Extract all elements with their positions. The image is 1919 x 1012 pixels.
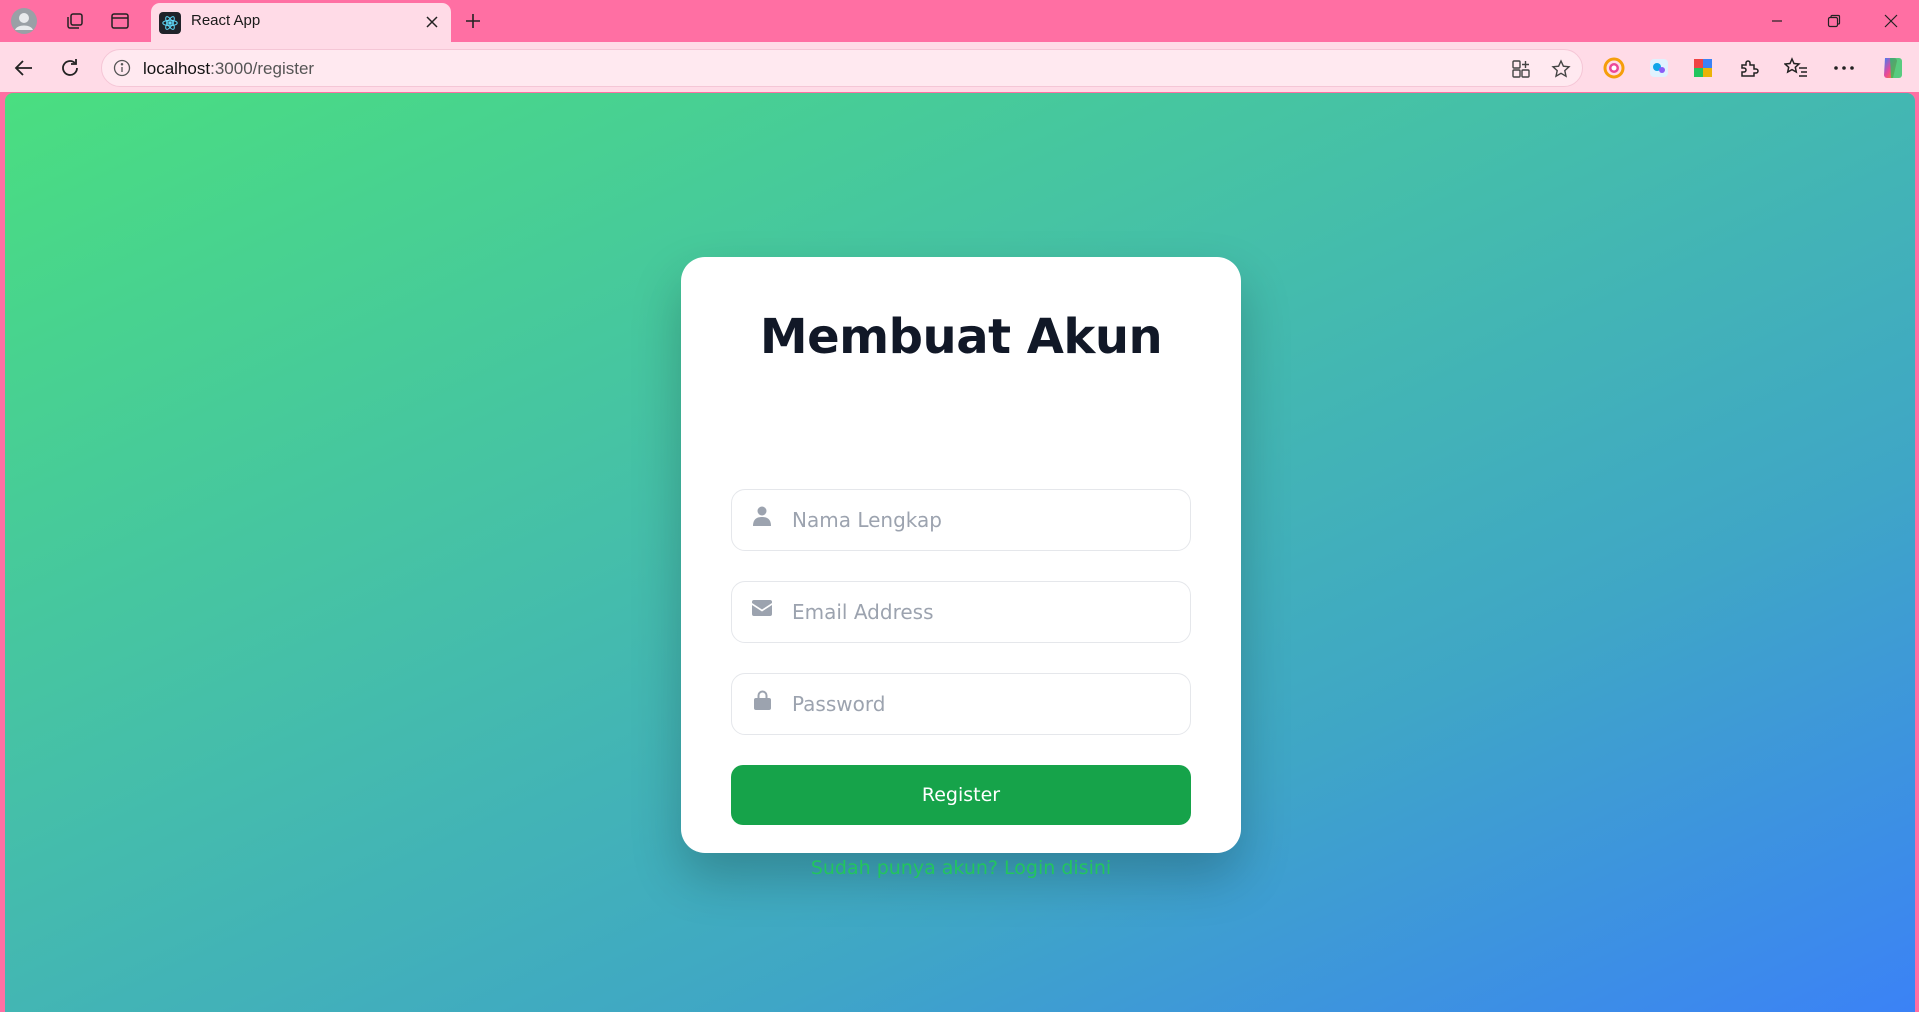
vertical-tabs-icon[interactable] bbox=[105, 7, 135, 35]
close-window-icon[interactable] bbox=[1863, 0, 1919, 42]
extension-color-grid-icon[interactable] bbox=[1687, 52, 1719, 84]
app-available-icon[interactable] bbox=[1510, 58, 1532, 80]
active-tab[interactable]: React App bbox=[151, 3, 451, 42]
url-host: localhost bbox=[143, 59, 211, 78]
close-tab-icon[interactable] bbox=[421, 11, 443, 33]
restore-icon[interactable] bbox=[1806, 0, 1862, 42]
extension-circle-icon[interactable] bbox=[1598, 52, 1630, 84]
profile-avatar-icon[interactable] bbox=[9, 7, 39, 35]
minimize-icon[interactable] bbox=[1749, 0, 1805, 42]
password-field[interactable] bbox=[731, 673, 1191, 735]
workspaces-icon[interactable] bbox=[60, 7, 90, 35]
url-path: :3000/register bbox=[210, 59, 315, 78]
register-card: Membuat Akun Register Sudah punya akun? … bbox=[681, 257, 1241, 879]
lock-icon bbox=[751, 688, 773, 712]
more-menu-icon[interactable] bbox=[1828, 52, 1860, 84]
copilot-icon[interactable] bbox=[1876, 52, 1908, 84]
new-tab-icon[interactable] bbox=[458, 6, 488, 36]
name-input[interactable] bbox=[792, 490, 1182, 549]
email-field[interactable] bbox=[731, 581, 1191, 643]
envelope-icon bbox=[751, 596, 773, 620]
favorites-list-icon[interactable] bbox=[1780, 52, 1812, 84]
page-viewport: Membuat Akun Register Sudah punya akun? … bbox=[5, 93, 1915, 1012]
address-bar[interactable]: localhost:3000/register bbox=[101, 49, 1583, 87]
register-button[interactable]: Register bbox=[731, 765, 1191, 825]
user-icon bbox=[751, 504, 773, 528]
extension-translate-icon[interactable] bbox=[1643, 52, 1675, 84]
extensions-puzzle-icon[interactable] bbox=[1733, 52, 1765, 84]
refresh-icon[interactable] bbox=[54, 52, 86, 84]
email-input[interactable] bbox=[792, 582, 1182, 641]
tab-title: React App bbox=[191, 12, 261, 29]
browser-toolbar: localhost:3000/register bbox=[0, 42, 1919, 92]
browser-tabstrip: React App bbox=[0, 0, 1919, 42]
login-link[interactable]: Sudah punya akun? Login disini bbox=[681, 857, 1241, 879]
name-field[interactable] bbox=[731, 489, 1191, 551]
back-arrow-icon[interactable] bbox=[8, 52, 40, 84]
url-text[interactable]: localhost:3000/register bbox=[143, 59, 314, 79]
password-input[interactable] bbox=[792, 674, 1182, 733]
page-title: Membuat Akun bbox=[759, 309, 1163, 365]
favorite-star-icon[interactable] bbox=[1550, 58, 1572, 80]
site-info-icon[interactable] bbox=[112, 58, 132, 78]
react-logo-icon bbox=[159, 12, 181, 34]
